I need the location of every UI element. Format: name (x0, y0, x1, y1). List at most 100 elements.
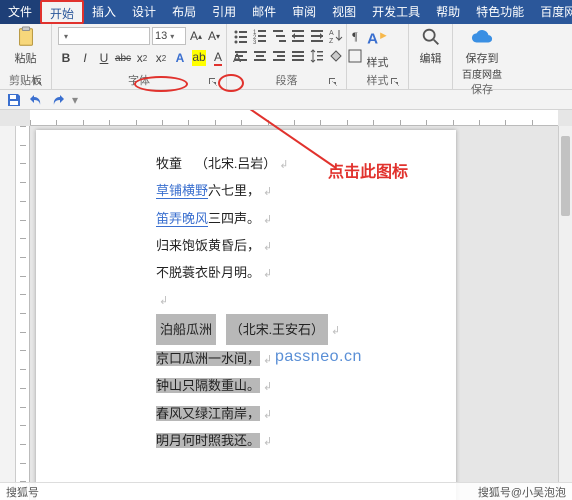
svg-text:Z: Z (329, 38, 334, 44)
tab-special[interactable]: 特色功能 (468, 0, 532, 24)
footer-bar: 搜狐号 搜狐号@小吴泡泡 (0, 482, 572, 500)
poem1-l3: 归来饱饭黄昏后， (156, 238, 260, 253)
group-paragraph: 123 AZ ¶ 段落 (227, 24, 347, 89)
editing-button[interactable]: 编辑 (415, 26, 446, 66)
undo-icon[interactable] (28, 92, 44, 108)
document-page[interactable]: 牧童 （北宋.吕岩）↲ 草铺横野六七里，↲ 笛弄晚风三四声。↲ 归来饱饭黄昏后，… (36, 130, 456, 500)
poem1-l2-rest: 三四声。 (208, 211, 260, 226)
align-right-icon[interactable] (271, 48, 287, 64)
clipboard-launcher[interactable] (33, 77, 43, 87)
group-paragraph-label: 段落 (233, 72, 340, 89)
tab-file[interactable]: 文件 (0, 0, 40, 24)
save-cloud-label2: 百度网盘 (462, 66, 502, 81)
document-area: 牧童 （北宋.吕岩）↲ 草铺横野六七里，↲ 笛弄晚风三四声。↲ 归来饱饭黄昏后，… (0, 110, 572, 500)
vertical-scrollbar[interactable] (558, 126, 572, 500)
save-icon[interactable] (6, 92, 22, 108)
styles-launcher[interactable] (390, 77, 400, 87)
font-name-combo[interactable]: ▾ (58, 27, 150, 45)
poem1-l2-link[interactable]: 笛弄晚风 (156, 211, 208, 227)
poem2-l4: 明月何时照我还。 (156, 433, 260, 448)
vertical-ruler[interactable] (16, 126, 30, 500)
svg-text:3: 3 (253, 40, 257, 44)
underline-button[interactable]: U (96, 50, 112, 66)
font-size-value: 13 (155, 30, 167, 42)
ribbon: 粘贴 剪贴板 ▾ 13▾ A▴ A▾ B I U (0, 24, 572, 90)
grow-font-button[interactable]: A▴ (188, 28, 204, 44)
subscript-button[interactable]: x2 (134, 50, 150, 66)
highlight-button[interactable]: ab (191, 50, 207, 66)
font-size-combo[interactable]: 13▾ (152, 27, 186, 45)
tab-view[interactable]: 视图 (324, 0, 364, 24)
poem2-title-a: 泊船瓜洲 (156, 314, 216, 345)
font-launcher[interactable] (208, 77, 218, 87)
annotation-callout-text: 点击此图标 (328, 158, 408, 182)
align-left-icon[interactable] (233, 48, 249, 64)
superscript-button[interactable]: x2 (153, 50, 169, 66)
poem2-l1: 京口瓜洲一水间， (156, 351, 260, 366)
save-cloud-label1: 保存到 (466, 50, 499, 66)
tab-review[interactable]: 审阅 (284, 0, 324, 24)
poem-1: 牧童 （北宋.吕岩）↲ 草铺横野六七里，↲ 笛弄晚风三四声。↲ 归来饱饭黄昏后，… (156, 150, 456, 314)
sort-icon[interactable]: AZ (328, 28, 344, 44)
tab-developer[interactable]: 开发工具 (364, 0, 428, 24)
poem2-title-b: （北宋.王安石） (226, 314, 328, 345)
tab-netdisk[interactable]: 百度网盘 (532, 0, 572, 24)
find-icon (420, 26, 442, 48)
poem1-l4: 不脱蓑衣卧月明。 (156, 265, 260, 280)
bullets-icon[interactable] (233, 28, 249, 44)
strike-button[interactable]: abc (115, 50, 131, 66)
group-editing: 编辑 . (409, 24, 453, 89)
line-spacing-icon[interactable] (309, 48, 325, 64)
group-styles: A 样式 样式 (347, 24, 409, 89)
poem2-l2: 钟山只隔数重山。 (156, 378, 260, 393)
paste-button[interactable]: 粘贴 (6, 26, 45, 66)
poem2-l3: 春风又绿江南岸， (156, 406, 260, 421)
editing-label: 编辑 (420, 50, 442, 66)
svg-text:A: A (367, 30, 378, 47)
group-styles-glabel: 样式 (353, 72, 402, 89)
text-effects-button[interactable]: A (172, 50, 188, 66)
horizontal-ruler[interactable] (30, 110, 558, 126)
paragraph-launcher[interactable] (328, 77, 338, 87)
indent-dec-icon[interactable] (290, 28, 306, 44)
paste-label: 粘贴 (15, 50, 37, 66)
tab-layout[interactable]: 布局 (164, 0, 204, 24)
numbering-icon[interactable]: 123 (252, 28, 268, 44)
poem-2: 泊船瓜洲 （北宋.王安石）↲ 京口瓜洲一水间，↲ 钟山只隔数重山。↲ 春风又绿江… (156, 314, 456, 454)
align-center-icon[interactable] (252, 48, 268, 64)
scrollbar-thumb[interactable] (561, 136, 570, 216)
group-font-label: 字体 (58, 72, 220, 89)
align-justify-icon[interactable] (290, 48, 306, 64)
styles-button[interactable]: A 样式 (358, 26, 398, 70)
shading-icon[interactable] (328, 48, 344, 64)
save-cloud-button[interactable]: 保存到 百度网盘 (462, 26, 502, 81)
tab-mailings[interactable]: 邮件 (244, 0, 284, 24)
svg-text:A: A (329, 30, 334, 37)
paste-icon (15, 26, 37, 48)
poem1-l1-rest: 六七里， (208, 183, 260, 198)
tab-home[interactable]: 开始 (40, 0, 84, 24)
cloud-icon (471, 26, 493, 48)
poem1-title-b: （北宋.吕岩） (195, 156, 276, 171)
tab-help[interactable]: 帮助 (428, 0, 468, 24)
italic-button[interactable]: I (77, 50, 93, 66)
redo-icon[interactable] (50, 92, 66, 108)
bold-button[interactable]: B (58, 50, 74, 66)
group-clipboard-label: 剪贴板 (6, 72, 45, 89)
poem1-title-a: 牧童 (156, 156, 182, 171)
group-save-label: 保存 (459, 81, 505, 98)
multilevel-icon[interactable] (271, 28, 287, 44)
font-color-button[interactable]: A (210, 50, 226, 66)
styles-label: 样式 (367, 54, 389, 70)
tab-references[interactable]: 引用 (204, 0, 244, 24)
styles-icon: A (365, 26, 391, 52)
watermark-text: passneo.cn (275, 348, 362, 366)
indent-inc-icon[interactable] (309, 28, 325, 44)
poem1-l1-link[interactable]: 草铺横野 (156, 183, 208, 199)
group-font: ▾ 13▾ A▴ A▾ B I U abc x2 x2 A ab A A (52, 24, 227, 89)
tab-design[interactable]: 设计 (124, 0, 164, 24)
tab-insert[interactable]: 插入 (84, 0, 124, 24)
ribbon-tabbar: 文件 开始 插入 设计 布局 引用 邮件 审阅 视图 开发工具 帮助 特色功能 … (0, 0, 572, 24)
shrink-font-button[interactable]: A▾ (206, 28, 222, 44)
group-save: 保存到 百度网盘 保存 (453, 24, 511, 89)
